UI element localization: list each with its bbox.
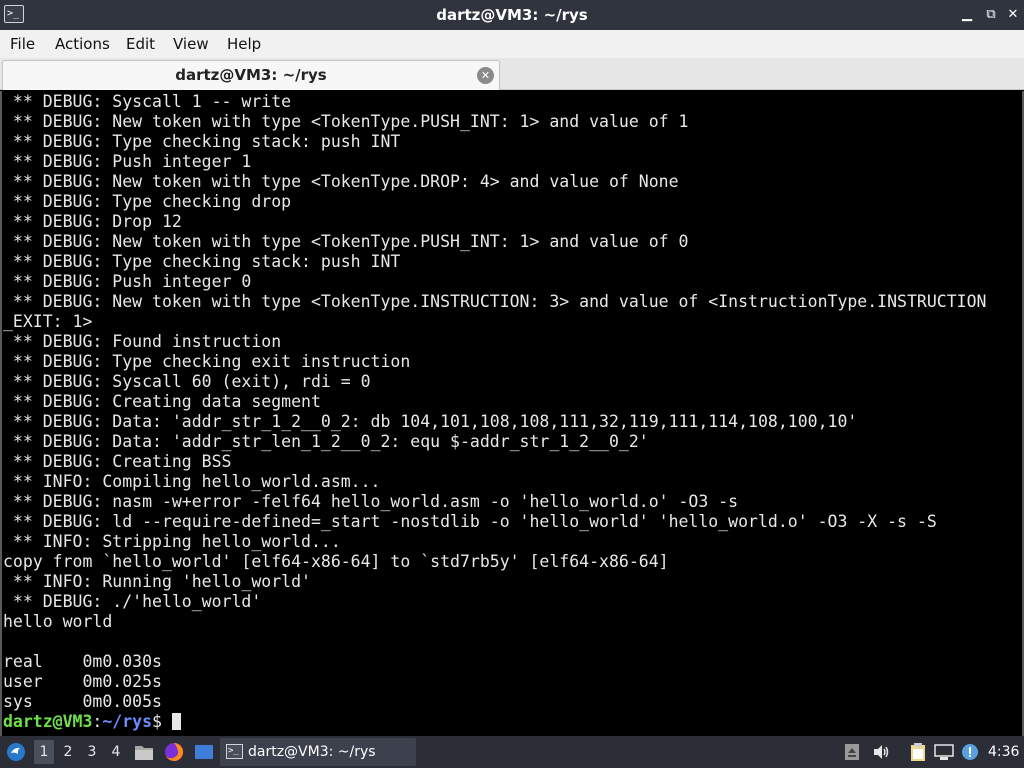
terminal-line: real 0m0.030s [3,652,162,671]
tab-label: dartz@VM3: ~/rys [175,66,327,84]
file-manager-icon[interactable] [134,743,154,761]
terminal-line: ** DEBUG: Type checking drop [3,192,292,211]
workspace-3[interactable]: 3 [82,740,102,764]
taskbar: 1 2 3 4 >_ dartz@VM3: ~/rys 4:36 [0,736,1024,768]
workspace-1[interactable]: 1 [34,740,54,764]
terminal-line: copy from `hello_world' [elf64-x86-64] t… [3,552,669,571]
terminal-line: ** DEBUG: Type checking exit instruction [3,352,411,371]
menu-help[interactable]: Help [227,30,261,58]
menu-edit[interactable]: Edit [126,30,155,58]
clipboard-icon[interactable] [908,742,928,762]
terminal-line: _EXIT: 1> [3,312,93,331]
volume-icon[interactable] [872,743,890,761]
menu-view[interactable]: View [173,30,209,58]
terminal-line: ** DEBUG: Creating data segment [3,392,321,411]
terminal-line: ** DEBUG: ld --require-defined=_start -n… [3,512,937,531]
task-label: dartz@VM3: ~/rys [248,744,376,760]
show-desktop-icon[interactable] [194,743,214,761]
workspace-2[interactable]: 2 [58,740,78,764]
restore-button[interactable]: ⧉ [982,6,1000,24]
terminal-line: ** DEBUG: Push integer 1 [3,152,252,171]
shell-prompt[interactable]: dartz@VM3:~/rys$ [3,712,986,732]
terminal-line: ** DEBUG: New token with type <TokenType… [3,112,689,131]
terminal-line: sys 0m0.005s [3,692,162,711]
text-cursor [171,713,181,730]
tab-close-icon[interactable]: ✕ [477,67,494,84]
terminal-line: ** DEBUG: Type checking stack: push INT [3,132,401,151]
prompt-separator: : [92,712,103,731]
terminal-line: ** INFO: Running 'hello_world' [3,572,311,591]
menu-file[interactable]: File [10,30,35,58]
tab-terminal[interactable]: dartz@VM3: ~/rys ✕ [2,60,500,90]
tab-bar: dartz@VM3: ~/rys ✕ [0,58,1024,90]
terminal-line: ** DEBUG: New token with type <TokenType… [3,172,679,191]
terminal-line: ** DEBUG: Type checking stack: push INT [3,252,401,271]
terminal-line: ** DEBUG: Drop 12 [3,212,182,231]
network-icon[interactable] [934,743,954,761]
terminal-line: ** DEBUG: Syscall 60 (exit), rdi = 0 [3,372,371,391]
terminal-line: ** DEBUG: ./'hello_world' [3,592,262,611]
terminal-line: ** DEBUG: Syscall 1 -- write [3,92,292,111]
notification-icon[interactable] [960,742,980,762]
terminal-output[interactable]: ** DEBUG: Syscall 1 -- write ** DEBUG: N… [0,91,1024,736]
start-menu-icon[interactable] [6,742,26,762]
terminal-line: ** DEBUG: nasm -w+error -felf64 hello_wo… [3,492,739,511]
terminal-text: ** DEBUG: Syscall 1 -- write ** DEBUG: N… [3,92,986,732]
terminal-line: ** DEBUG: New token with type <TokenType… [3,292,987,311]
prompt-symbol: $ [152,712,172,731]
firefox-icon[interactable] [164,742,184,762]
window-title: dartz@VM3: ~/rys [436,6,588,24]
menu-actions[interactable]: Actions [55,30,110,58]
terminal-line: ** DEBUG: Found instruction [3,332,282,351]
minimize-button[interactable]: ▁ [958,6,976,24]
terminal-line: ** DEBUG: Creating BSS [3,452,232,471]
clock[interactable]: 4:36 [988,736,1019,768]
close-button[interactable]: ✕ [1004,6,1022,24]
taskbar-task-terminal[interactable]: >_ dartz@VM3: ~/rys [220,738,416,766]
terminal-line: ** DEBUG: Data: 'addr_str_1_2__0_2: db 1… [3,412,858,431]
workspace-4[interactable]: 4 [106,740,126,764]
terminal-line: ** DEBUG: Push integer 0 [3,272,252,291]
terminal-line: ** DEBUG: Data: 'addr_str_len_1_2__0_2: … [3,432,649,451]
terminal-line: ** INFO: Compiling hello_world.asm... [3,472,381,491]
terminal-line: hello world [3,612,113,631]
terminal-line: ** INFO: Stripping hello_world... [3,532,341,551]
prompt-user-host: dartz@VM3 [3,712,93,731]
prompt-path: ~/rys [102,712,153,731]
menu-bar: File Actions Edit View Help [0,30,1024,58]
terminal-icon: >_ [226,744,243,759]
terminal-line: user 0m0.025s [3,672,162,691]
eject-icon[interactable] [844,743,860,761]
terminal-line: ** DEBUG: New token with type <TokenType… [3,232,689,251]
window-titlebar[interactable]: >_ dartz@VM3: ~/rys ▁ ⧉ ✕ [0,0,1024,30]
